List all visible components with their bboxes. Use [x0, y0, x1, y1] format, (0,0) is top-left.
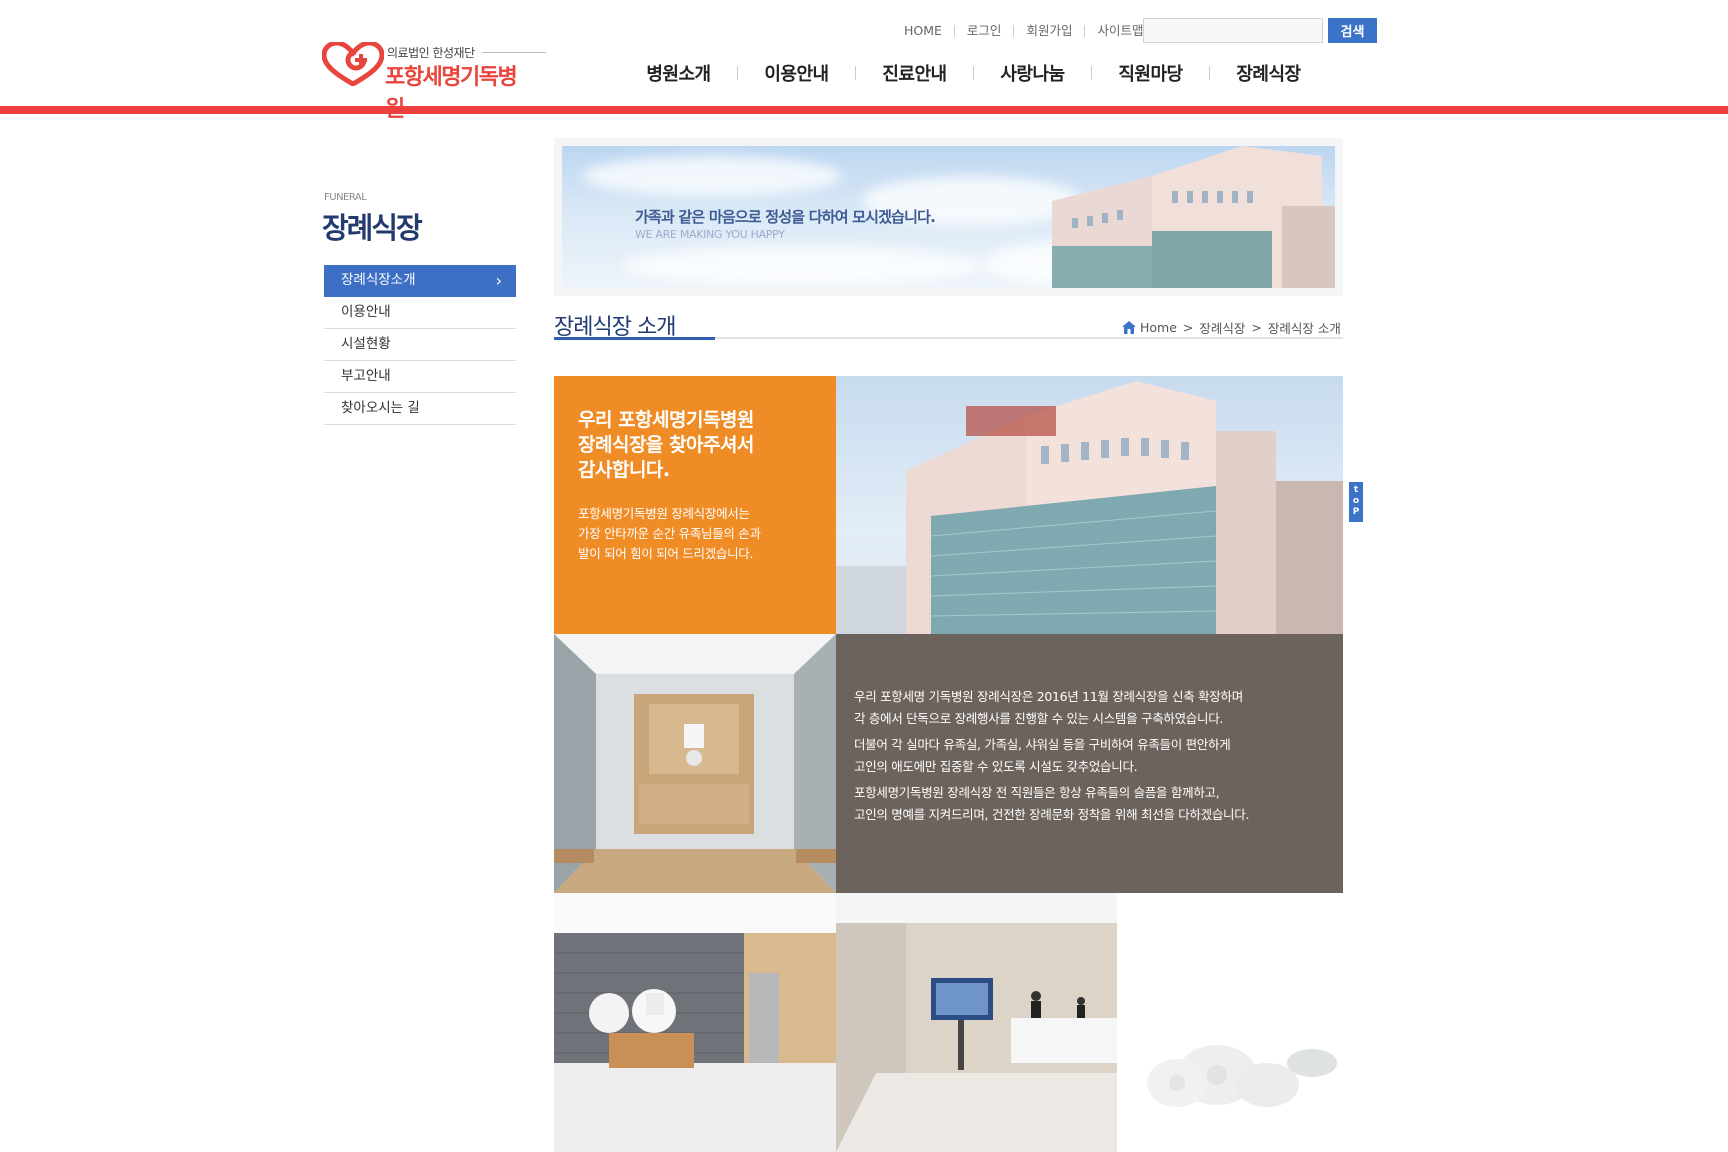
sub-visual-banner: 가족과 같은 마음으로 정성을 다하여 모시겠습니다. WE ARE MAKIN… — [554, 138, 1343, 296]
main-nav: 병원소개 이용안내 진료안내 사랑나눔 직원마당 장례식장 — [620, 58, 1327, 88]
welcome-tile: 우리 포항세명기독병원 장례식장을 찾아주셔서 감사합니다. 포항세명기독병원 … — [554, 376, 836, 634]
white-flower-photo — [1117, 893, 1343, 1152]
sidebar-section-title: 장례식장 — [322, 211, 423, 245]
site-header: 의료법인 한성재단 포항세명기독병원 HOME 로그인 회원가입 사이트맵 검색… — [0, 0, 1728, 122]
banner-headline: 가족과 같은 마음으로 정성을 다하여 모시겠습니다. — [635, 208, 936, 226]
chrysanthemum-illustration — [1147, 1045, 1337, 1107]
sidebar-item-usage[interactable]: 이용안내 — [324, 297, 516, 329]
nav-staff-yard[interactable]: 직원마당 — [1092, 60, 1209, 86]
welcome-heading-line: 감사합니다. — [578, 459, 670, 481]
logo-divider — [482, 52, 546, 53]
util-home-link[interactable]: HOME — [892, 20, 954, 42]
welcome-body: 포항세명기독병원 장례식장에서는 가장 안타까운 순간 유족님들의 손과 발이 … — [578, 504, 761, 564]
banner-subline: WE ARE MAKING YOU HAPPY — [635, 228, 785, 241]
sidebar-item-label: 이용안내 — [341, 304, 391, 320]
hospital-logo[interactable]: 의료법인 한성재단 포항세명기독병원 — [322, 42, 546, 122]
nav-hospital-intro[interactable]: 병원소개 — [620, 60, 737, 86]
breadcrumb-current: 장례식장 소개 — [1267, 321, 1341, 336]
util-signup-link[interactable]: 회원가입 — [1014, 20, 1084, 42]
heart-cross-icon — [322, 42, 384, 86]
breadcrumb-separator: > — [1251, 320, 1262, 335]
nav-love-sharing[interactable]: 사랑나눔 — [974, 60, 1091, 86]
breadcrumb-home-link[interactable]: Home — [1140, 320, 1177, 335]
breadcrumb: Home > 장례식장 > 장례식장 소개 — [1122, 318, 1341, 337]
top-button-letter: o — [1352, 496, 1360, 506]
ceremony-room-photo — [554, 893, 836, 1152]
nav-treatment-guide[interactable]: 진료안내 — [856, 60, 973, 86]
home-icon — [1122, 321, 1136, 334]
sidebar-item-directions[interactable]: 찾아오시는 길 — [324, 393, 516, 425]
search-button[interactable]: 검색 — [1328, 18, 1377, 43]
intro-paragraph: 더불어 각 실마다 유족실, 가족실, 샤워실 등을 구비하여 유족들이 편안하… — [854, 734, 1334, 778]
welcome-heading-line: 우리 포항세명기독병원 — [578, 409, 754, 431]
sidebar-item-obituary[interactable]: 부고안내 — [324, 361, 516, 393]
sidebar-item-facilities[interactable]: 시설현황 — [324, 329, 516, 361]
intro-line: 포항세명기독병원 장례식장 전 직원들은 항상 유족들의 슬픔을 함께하고, — [854, 785, 1220, 800]
intro-line: 고인의 명예를 지켜드리며, 건전한 장례문화 정착을 위해 최선을 다하겠습니… — [854, 807, 1250, 822]
top-button-letter: t — [1353, 485, 1359, 495]
memorial-room-photo — [554, 634, 836, 893]
memorial-altar-illustration — [554, 634, 836, 893]
sidebar-section-en: FUNERAL — [324, 192, 367, 203]
breadcrumb-funeral-link[interactable]: 장례식장 — [1199, 318, 1245, 337]
welcome-body-line: 포항세명기독병원 장례식장에서는 — [578, 506, 750, 521]
intro-line: 우리 포항세명 기독병원 장례식장은 2016년 11월 장례식장을 신축 확장… — [854, 689, 1243, 704]
util-login-link[interactable]: 로그인 — [955, 20, 1014, 42]
introduction-body: 우리 포항세명 기독병원 장례식장은 2016년 11월 장례식장을 신축 확장… — [854, 686, 1334, 830]
sidebar-item-label: 찾아오시는 길 — [341, 400, 420, 416]
intro-line: 더불어 각 실마다 유족실, 가족실, 샤워실 등을 구비하여 유족들이 편안하… — [854, 737, 1231, 752]
hospital-building-illustration — [1052, 146, 1335, 288]
sidebar-item-funeral-intro[interactable]: 장례식장소개 › — [324, 265, 516, 297]
ceremony-room-illustration — [554, 893, 836, 1152]
chevron-right-icon: › — [495, 271, 502, 290]
breadcrumb-separator: > — [1182, 320, 1194, 335]
nav-usage-guide[interactable]: 이용안내 — [738, 60, 855, 86]
introduction-text-tile: 우리 포항세명 기독병원 장례식장은 2016년 11월 장례식장을 신축 확장… — [836, 634, 1343, 893]
top-button-letter: P — [1352, 507, 1360, 517]
sidebar-item-label: 장례식장소개 — [341, 272, 416, 288]
sidebar-item-label: 부고안내 — [341, 368, 391, 384]
welcome-heading: 우리 포항세명기독병원 장례식장을 찾아주셔서 감사합니다. — [578, 408, 754, 483]
search-input[interactable] — [1143, 18, 1323, 43]
welcome-body-line: 가장 안타까운 순간 유족님들의 손과 — [578, 526, 761, 541]
utility-nav: HOME 로그인 회원가입 사이트맵 — [892, 20, 1155, 42]
nav-funeral-hall[interactable]: 장례식장 — [1210, 60, 1327, 86]
lobby-photo — [836, 893, 1117, 1152]
header-accent-bar — [0, 106, 1728, 114]
intro-paragraph: 우리 포항세명 기독병원 장례식장은 2016년 11월 장례식장을 신축 확장… — [854, 686, 1334, 730]
cloud-shape — [582, 156, 842, 196]
sidebar-item-label: 시설현황 — [341, 336, 391, 352]
cloud-shape — [622, 246, 982, 286]
intro-line: 각 층에서 단독으로 장례행사를 진행할 수 있는 시스템을 구축하였습니다. — [854, 711, 1224, 726]
intro-paragraph: 포항세명기독병원 장례식장 전 직원들은 항상 유족들의 슬픔을 함께하고, 고… — [854, 782, 1334, 826]
funeral-building-photo — [836, 376, 1343, 634]
building-illustration — [836, 381, 1343, 634]
welcome-heading-line: 장례식장을 찾아주셔서 — [578, 434, 754, 456]
title-underline — [554, 337, 715, 340]
banner-image: 가족과 같은 마음으로 정성을 다하여 모시겠습니다. WE ARE MAKIN… — [562, 146, 1335, 288]
intro-line: 고인의 애도에만 집중할 수 있도록 시설도 갖추었습니다. — [854, 759, 1138, 774]
sidebar-menu: 장례식장소개 › 이용안내 시설현황 부고안내 찾아오시는 길 — [324, 265, 516, 425]
welcome-body-line: 발이 되어 힘이 되어 드리겠습니다. — [578, 546, 754, 561]
lobby-illustration — [836, 893, 1117, 1152]
scroll-top-button[interactable]: t o P — [1349, 482, 1363, 522]
